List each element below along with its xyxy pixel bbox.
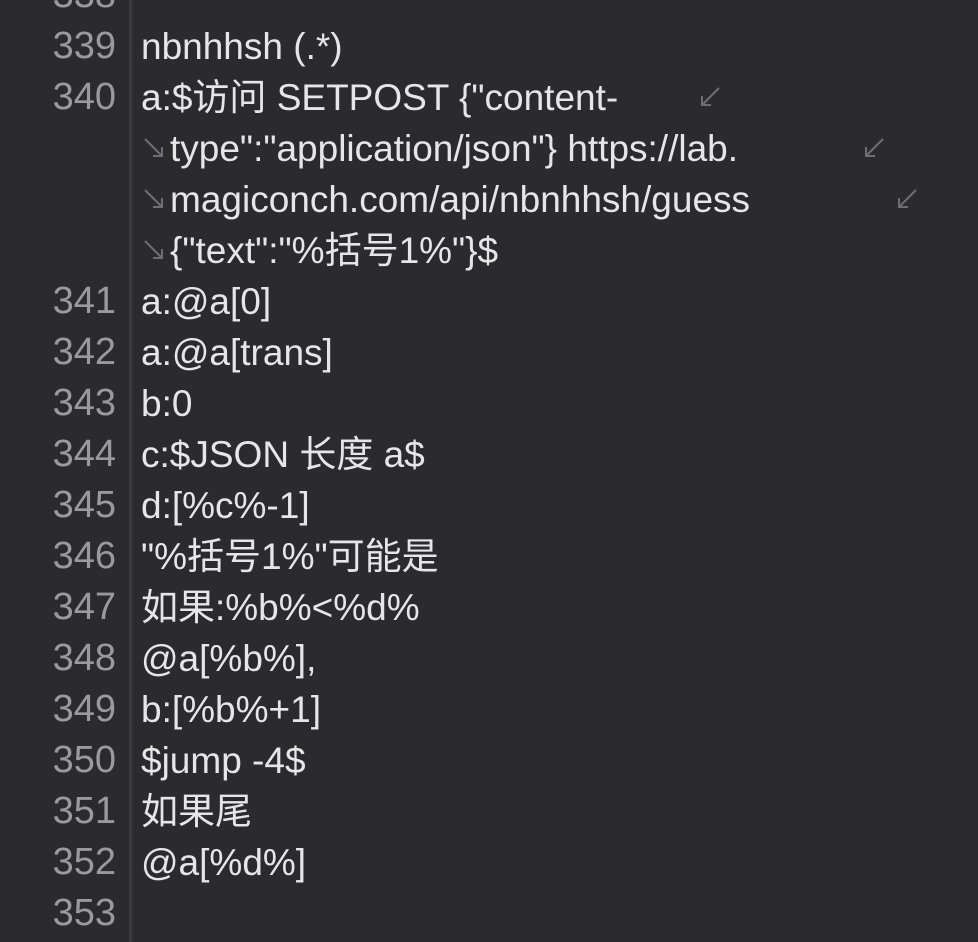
code-line-wrap[interactable]: type":"application/json"} https://lab. [0,123,978,174]
code-line[interactable]: 342 a:@a[trans] [0,327,978,378]
code-line[interactable]: 343 b:0 [0,378,978,429]
line-text[interactable]: 如果:%b%<%d% [141,582,420,633]
soft-wrap-out-icon [861,135,887,161]
line-number: 342 [52,331,116,373]
code-line[interactable]: 352 @a[%d%] [0,837,978,888]
code-line[interactable]: 346 "%括号1%"可能是 [0,531,978,582]
line-number: 349 [52,688,116,730]
line-text[interactable]: @a[%d%] [141,837,306,888]
code-line[interactable]: 338 [0,0,978,21]
line-number: 350 [52,739,116,781]
line-number: 341 [52,280,116,322]
code-line[interactable]: 350 $jump -4$ [0,735,978,786]
line-number: 347 [52,586,116,628]
line-number: 339 [52,25,116,67]
line-text[interactable]: c:$JSON 长度 a$ [141,429,425,480]
line-number: 344 [52,433,116,475]
line-text[interactable]: 如果尾 [141,786,252,837]
line-number: 346 [52,535,116,577]
line-text[interactable]: a:@a[trans] [141,327,333,378]
soft-wrap-in-icon [141,135,167,161]
line-text[interactable]: @a[%b%], [141,633,316,684]
line-number: 351 [52,790,116,832]
line-number: 348 [52,637,116,679]
line-text-segment[interactable]: magiconch.com/api/nbnhhsh/guess [170,174,750,225]
code-line[interactable]: 351 如果尾 [0,786,978,837]
line-number: 343 [52,382,116,424]
soft-wrap-in-icon [141,237,167,263]
code-line[interactable]: 341 a:@a[0] [0,276,978,327]
line-number: 345 [52,484,116,526]
line-text[interactable]: b:0 [141,378,192,429]
code-line-wrap[interactable]: {"text":"%括号1%"}$ [0,225,978,276]
line-text-segment[interactable]: a:$访问 SETPOST {"content- [141,72,618,123]
line-text[interactable]: b:[%b%+1] [141,684,321,735]
code-line[interactable]: 345 d:[%c%-1] [0,480,978,531]
editor-content[interactable]: 338 339 nbnhhsh (.*) 340 a:$访问 SETPOST {… [0,0,978,939]
line-text[interactable]: a:@a[0] [141,276,271,327]
line-number: 352 [52,841,116,883]
soft-wrap-out-icon [697,84,723,110]
line-text[interactable]: "%括号1%"可能是 [141,531,439,582]
line-text[interactable]: d:[%c%-1] [141,480,310,531]
code-editor[interactable]: 338 339 nbnhhsh (.*) 340 a:$访问 SETPOST {… [0,0,978,942]
code-line[interactable]: 349 b:[%b%+1] [0,684,978,735]
code-line[interactable]: 347 如果:%b%<%d% [0,582,978,633]
code-line[interactable]: 339 nbnhhsh (.*) [0,21,978,72]
code-line[interactable]: 344 c:$JSON 长度 a$ [0,429,978,480]
line-number: 338 [0,0,116,21]
line-number: 353 [52,892,116,934]
code-line[interactable]: 348 @a[%b%], [0,633,978,684]
line-text-segment[interactable]: {"text":"%括号1%"}$ [170,225,498,276]
line-text[interactable]: nbnhhsh (.*) [141,21,343,72]
soft-wrap-in-icon [141,186,167,212]
code-line[interactable]: 340 a:$访问 SETPOST {"content- [0,72,978,123]
line-text[interactable]: $jump -4$ [141,735,306,786]
code-line-wrap[interactable]: magiconch.com/api/nbnhhsh/guess [0,174,978,225]
line-text-segment[interactable]: type":"application/json"} https://lab. [170,123,738,174]
line-number: 340 [52,76,116,118]
soft-wrap-out-icon [894,186,920,212]
code-line[interactable]: 353 [0,888,978,939]
